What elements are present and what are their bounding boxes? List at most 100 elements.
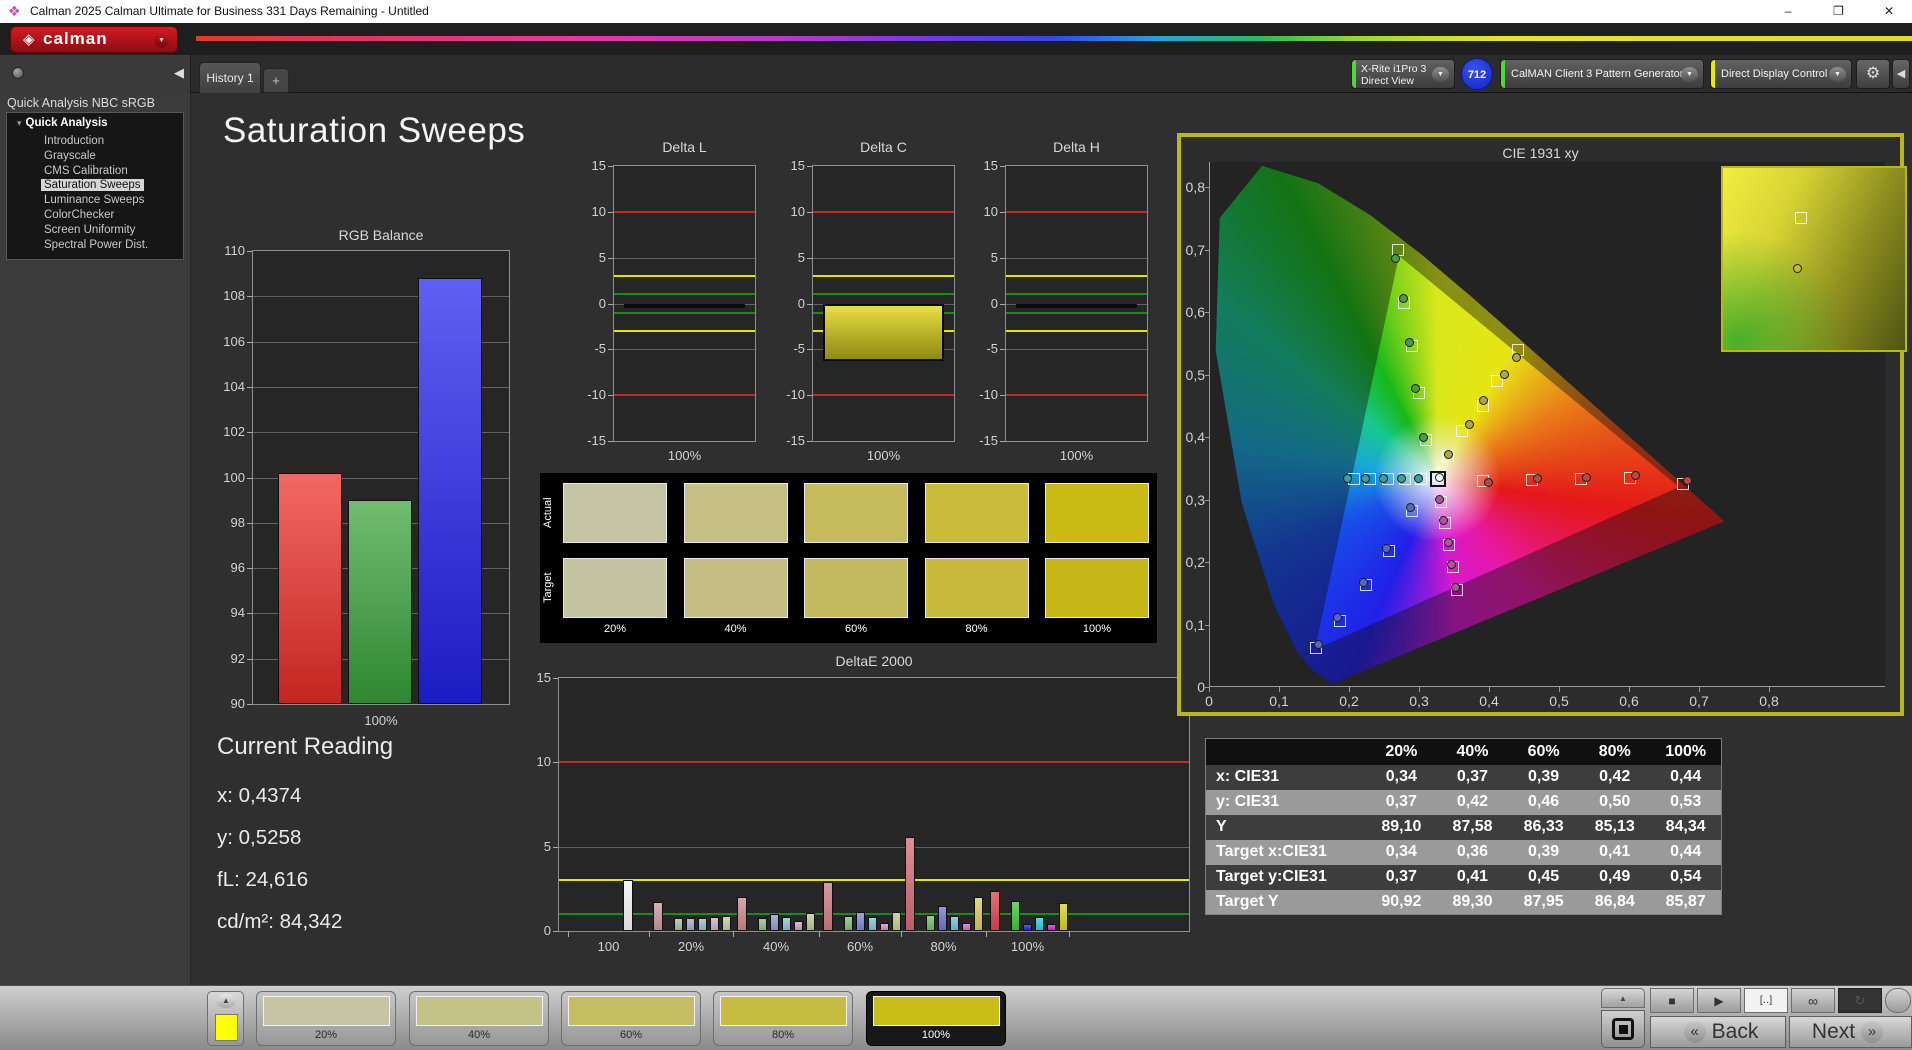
workflow-radio-icon[interactable] — [12, 67, 24, 79]
cie-measured-yellow — [1499, 370, 1509, 379]
sidebar-item-spectral-power-dist-[interactable]: Spectral Power Dist. — [41, 239, 151, 251]
meter-dropdown[interactable]: X-Rite i1Pro 3 Direct View ▼ — [1351, 59, 1455, 89]
tree-root-quick-analysis[interactable]: ▾ Quick Analysis — [17, 117, 108, 129]
rgb-ytick — [247, 658, 252, 660]
stop-measure-button[interactable] — [1601, 1010, 1645, 1048]
sidebar-item-luminance-sweeps[interactable]: Luminance Sweeps — [41, 194, 147, 206]
deltae-xtick — [819, 931, 820, 937]
pattern-generator-dropdown[interactable]: CalMAN Client 3 Pattern Generator ▼ — [1500, 59, 1704, 89]
app-icon: ❖ — [8, 3, 21, 19]
patch-button-100%[interactable]: 100% — [866, 991, 1006, 1046]
delta_c-gridline — [813, 257, 954, 259]
delta_h-ytick — [1000, 395, 1005, 397]
pattern-generator-name: CalMAN Client 3 Pattern Generator — [1511, 68, 1684, 80]
delta-c-title: Delta C — [860, 139, 907, 155]
delta_l-gridline — [614, 257, 755, 259]
delta_c-target-line-red — [813, 394, 954, 397]
cie-xtick — [1559, 687, 1560, 692]
sidebar-item-introduction[interactable]: Introduction — [41, 135, 107, 147]
deltae-title: DeltaE 2000 — [835, 653, 913, 669]
table-cell: 0,49 — [1579, 864, 1651, 890]
maximize-button[interactable]: ❐ — [1816, 0, 1862, 23]
table-cell: 85,87 — [1650, 889, 1722, 915]
delta_h-ytick-label: -15 — [979, 433, 998, 448]
calman-menu-button[interactable]: ◈ calman ▼ — [10, 26, 178, 53]
cie-measured-green — [1398, 293, 1408, 303]
panel-collapse-button[interactable]: ◀ — [1892, 59, 1910, 89]
rgb-ytick — [247, 704, 252, 705]
rgb-balance-title: RGB Balance — [338, 227, 424, 243]
settings-button[interactable]: ⚙ — [1856, 59, 1890, 89]
deltae-bar — [758, 918, 767, 931]
continuous-measure-button[interactable]: ∞ — [1791, 988, 1835, 1013]
reading-x: x: 0,4374 — [217, 784, 302, 807]
display-control-name: Direct Display Control — [1721, 68, 1828, 80]
minimize-button[interactable]: – — [1765, 0, 1811, 23]
cie-white-point-measured — [1434, 472, 1444, 482]
cie-measured-yellow — [1443, 450, 1453, 459]
cie-measured-blue — [1358, 577, 1368, 587]
source-status-bar — [1501, 60, 1505, 88]
deltae-bar — [856, 912, 865, 931]
deltae-xtick — [1069, 931, 1070, 937]
patch-swatch — [720, 996, 847, 1026]
play-button[interactable]: ▶ — [1697, 988, 1741, 1013]
sidebar-item-screen-uniformity[interactable]: Screen Uniformity — [41, 224, 138, 236]
meter-name: X-Rite i1Pro 3 — [1361, 63, 1427, 75]
sidebar-collapse-icon[interactable]: ◀ — [174, 65, 184, 81]
table-header: 20% — [1365, 738, 1437, 765]
swatch-column-label: 60% — [844, 623, 868, 635]
cie-xtick — [1699, 687, 1700, 692]
patch-button-80%[interactable]: 80% — [713, 991, 853, 1046]
close-button[interactable]: ✕ — [1866, 0, 1912, 23]
chevron-down-icon: ▼ — [1432, 67, 1449, 82]
extra-transport-button[interactable] — [1885, 988, 1911, 1013]
next-button[interactable]: Next» — [1789, 1016, 1912, 1048]
cie-measured-green — [1419, 432, 1428, 442]
patch-button-40%[interactable]: 40% — [409, 991, 549, 1046]
tab-history-1[interactable]: History 1 — [199, 62, 261, 93]
delta_h-ytick — [1000, 257, 1005, 259]
actual-swatch-100% — [1045, 483, 1149, 543]
deltae-bar — [844, 915, 853, 931]
table-row: y: CIE31 0,37 0,42 0,46 0,50 0,53 — [1205, 789, 1722, 815]
row-label: Target x:CIE31 — [1205, 839, 1366, 865]
table-header — [1205, 738, 1366, 765]
stop-button[interactable]: ■ — [1650, 988, 1694, 1013]
display-status-bar — [1711, 60, 1715, 88]
sidebar-item-colorchecker[interactable]: ColorChecker — [41, 209, 117, 221]
inset-measured-marker — [1793, 264, 1802, 273]
delta_h-gridline — [1006, 349, 1147, 351]
transport-expand-button[interactable]: ▲ — [1601, 988, 1645, 1008]
deltae-group-label: 20% — [677, 939, 705, 954]
deltae-xtick — [568, 931, 569, 937]
table-cell: 87,95 — [1508, 889, 1580, 915]
deltae-bar — [905, 836, 915, 931]
table-header: 100% — [1650, 738, 1722, 765]
sidebar-item-saturation-sweeps[interactable]: Saturation Sweeps — [41, 179, 144, 192]
calman-logo-icon: ◈ — [23, 31, 35, 48]
meter-reading-badge[interactable]: 712 — [1461, 58, 1493, 90]
delta_l-ytick — [608, 166, 613, 167]
current-patch-button[interactable]: ▲ — [207, 991, 244, 1046]
sidebar-item-cms-calibration[interactable]: CMS Calibration — [41, 165, 131, 177]
delta_c-ytick-label: 15 — [790, 158, 805, 173]
current-reading: Current Reading x: 0,4374 y: 0,5258 fL: … — [217, 733, 393, 943]
current-patch-color — [215, 1014, 238, 1041]
swatch-column-label: 40% — [724, 623, 747, 635]
cie-ytick-label: 0,5 — [1185, 366, 1205, 383]
display-control-dropdown[interactable]: Direct Display Control ▼ — [1710, 59, 1852, 89]
window-title: Calman 2025 Calman Ultimate for Business… — [30, 4, 429, 18]
back-button[interactable]: «Back — [1650, 1016, 1786, 1048]
table-cell: 86,84 — [1579, 889, 1651, 915]
repeat-button[interactable]: ↻ — [1838, 988, 1882, 1013]
patch-button-60%[interactable]: 60% — [561, 991, 701, 1046]
delta_h-target-line-red — [1006, 394, 1147, 397]
patch-button-20%[interactable]: 20% — [256, 991, 396, 1046]
delta_l-target-line-green — [614, 311, 755, 314]
rgb-ytick-label: 104 — [223, 378, 245, 394]
single-measure-button[interactable]: [‥] — [1744, 988, 1788, 1013]
add-tab-button[interactable]: + — [263, 68, 289, 93]
sidebar-item-grayscale[interactable]: Grayscale — [41, 150, 99, 162]
delta-c-xlabel: 100% — [866, 448, 901, 463]
